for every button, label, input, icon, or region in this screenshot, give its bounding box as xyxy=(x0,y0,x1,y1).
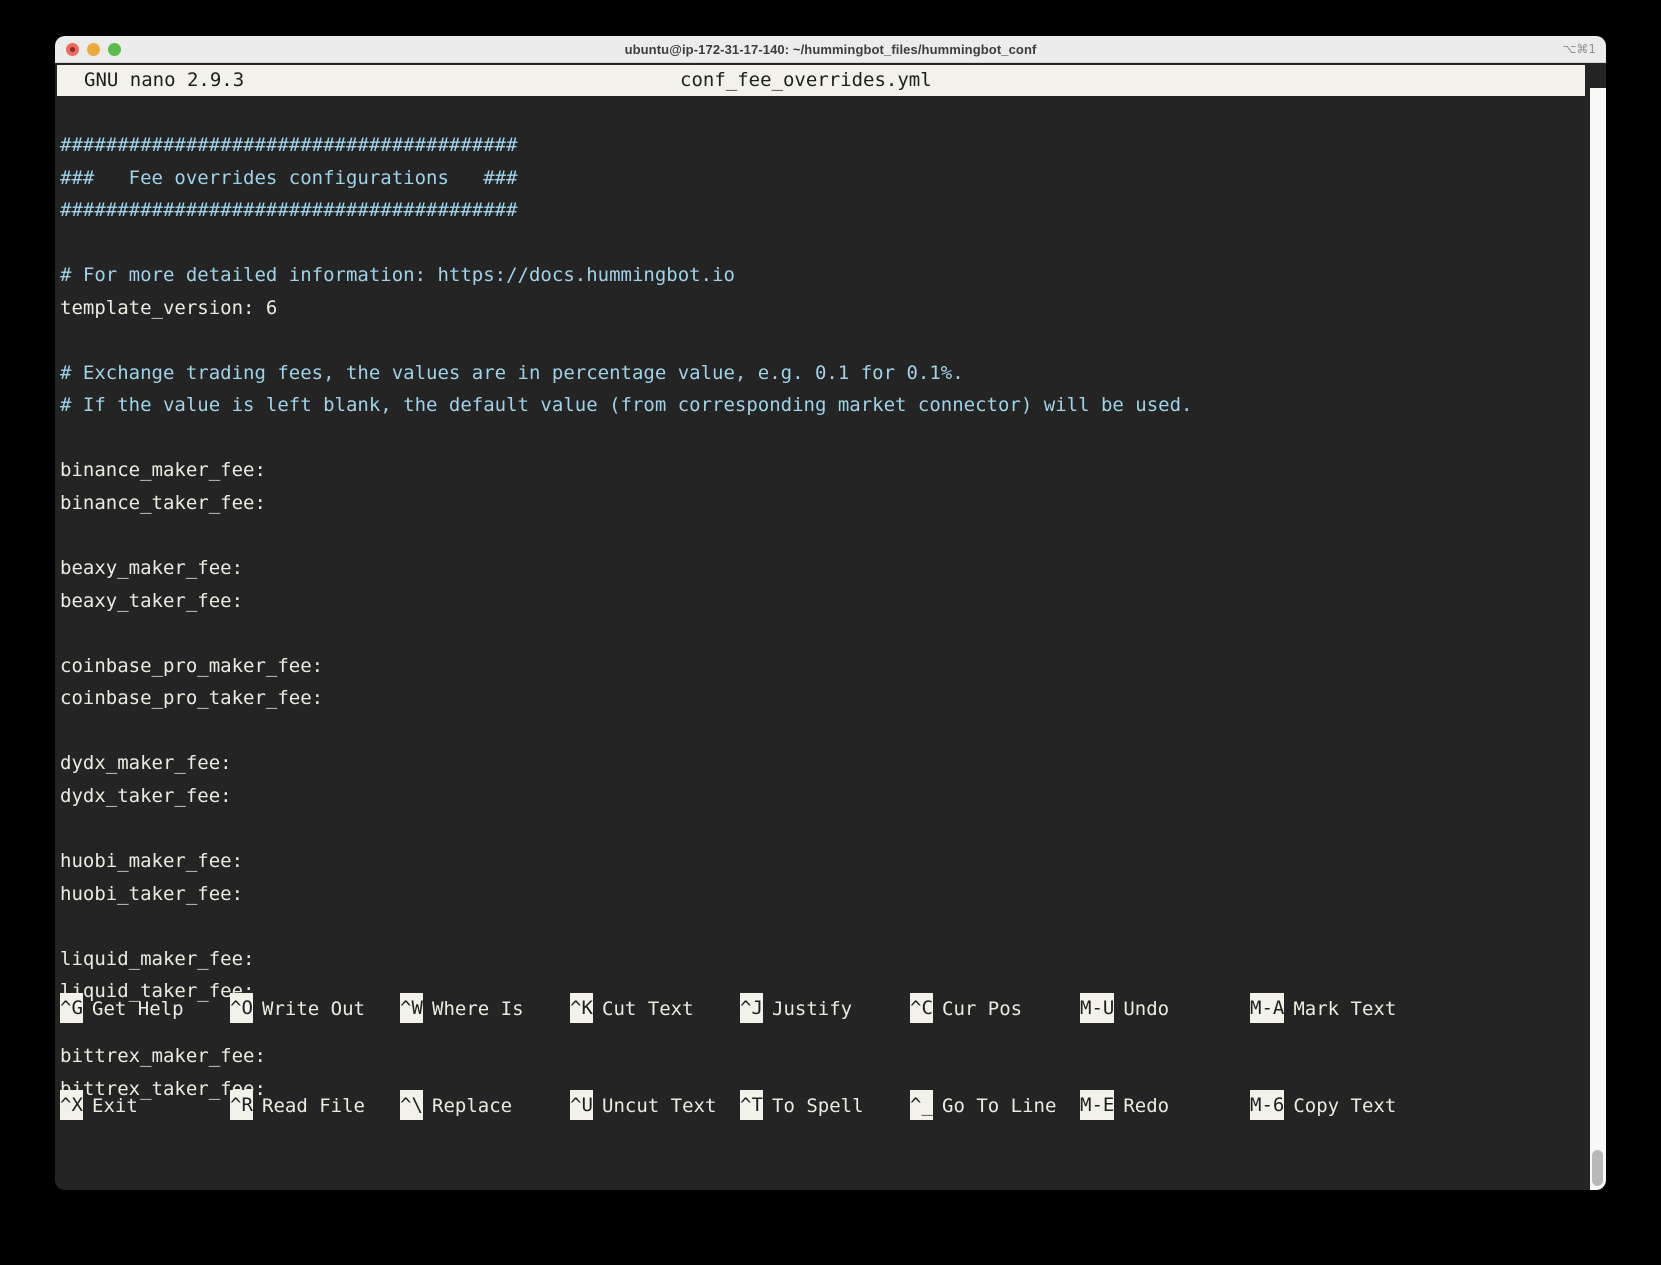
shortcut-label: Uncut Text xyxy=(602,1095,716,1117)
shortcut-key: ^W xyxy=(400,993,423,1023)
shortcut-key: M-U xyxy=(1080,993,1114,1023)
shortcut-label: Replace xyxy=(432,1095,512,1117)
shortcut-label: Where Is xyxy=(432,998,524,1020)
editor-line-key: coinbase_pro_maker_fee: xyxy=(60,650,1586,683)
shortcut-copy-text: M-6 Copy Text xyxy=(1250,1090,1420,1123)
editor-line-blank xyxy=(60,715,1586,748)
minimize-button[interactable] xyxy=(87,43,100,56)
shortcut-key: ^K xyxy=(570,993,593,1023)
editor-line-blank xyxy=(60,617,1586,650)
editor-line-key: template_version: 6 xyxy=(60,292,1586,325)
zoom-button[interactable] xyxy=(108,43,121,56)
shortcut-key: ^T xyxy=(740,1090,763,1120)
close-dot-icon xyxy=(70,47,75,52)
editor-line-comment: ### Fee overrides configurations ### xyxy=(60,162,1586,195)
shortcut-undo: M-U Undo xyxy=(1080,993,1250,1026)
shortcut-key: ^_ xyxy=(910,1090,933,1120)
shortcut-label: Undo xyxy=(1123,998,1169,1020)
editor-line-key: beaxy_maker_fee: xyxy=(60,552,1586,585)
shortcut-cur-pos: ^C Cur Pos xyxy=(910,993,1080,1026)
desktop: { "window": { "title": "ubuntu@ip-172-31… xyxy=(0,0,1661,1265)
editor-line-comment: ######################################## xyxy=(60,194,1586,227)
nano-shortcut-bar: ^G Get Help ^O Write Out ^W Where Is ^K Cut Tex… xyxy=(60,928,1586,1188)
shortcut-exit: ^X Exit xyxy=(60,1090,230,1123)
shortcut-label: Write Out xyxy=(262,998,365,1020)
editor-line-blank xyxy=(60,324,1586,357)
editor-line-key: coinbase_pro_taker_fee: xyxy=(60,682,1586,715)
shortcut-write-out: ^O Write Out xyxy=(230,993,400,1026)
nano-header-bar: GNU nano 2.9.3 conf_fee_overrides.yml xyxy=(57,65,1585,96)
terminal-window: ubuntu@ip-172-31-17-140: ~/hummingbot_fi… xyxy=(55,36,1606,1190)
editor-line-key: huobi_maker_fee: xyxy=(60,845,1586,878)
shortcut-key: ^\ xyxy=(400,1090,423,1120)
shortcut-redo: M-E Redo xyxy=(1080,1090,1250,1123)
shortcut-key: M-E xyxy=(1080,1090,1114,1120)
editor-line-key: dydx_taker_fee: xyxy=(60,780,1586,813)
shortcut-where-is: ^W Where Is xyxy=(400,993,570,1026)
footer-row-1: ^G Get Help ^O Write Out ^W Where Is ^K Cut Tex… xyxy=(60,993,1586,1026)
editor-line-comment: ######################################## xyxy=(60,129,1586,162)
shortcut-label: Go To Line xyxy=(942,1095,1056,1117)
shortcut-label: Mark Text xyxy=(1293,998,1396,1020)
editor-line-key: binance_maker_fee: xyxy=(60,454,1586,487)
editor-line-comment: # If the value is left blank, the defaul… xyxy=(60,389,1586,422)
shortcut-read-file: ^R Read File xyxy=(230,1090,400,1123)
shortcut-label: Exit xyxy=(92,1095,138,1117)
shortcut-label: To Spell xyxy=(772,1095,864,1117)
editor-line-key: dydx_maker_fee: xyxy=(60,747,1586,780)
shortcut-key: ^U xyxy=(570,1090,593,1120)
shortcut-key: M-A xyxy=(1250,993,1284,1023)
shortcut-replace: ^\ Replace xyxy=(400,1090,570,1123)
nano-filename: conf_fee_overrides.yml xyxy=(680,65,932,96)
shortcut-to-spell: ^T To Spell xyxy=(740,1090,910,1123)
tab-keyboard-shortcut: ⌥⌘1 xyxy=(1563,36,1596,62)
terminal-content[interactable]: GNU nano 2.9.3 conf_fee_overrides.yml ##… xyxy=(55,62,1606,1190)
shortcut-key: M-6 xyxy=(1250,1090,1284,1120)
shortcut-key: ^G xyxy=(60,993,83,1023)
shortcut-uncut-text: ^U Uncut Text xyxy=(570,1090,740,1123)
footer-row-2: ^X Exit ^R Read File ^\ Replace ^U Uncut Text ^T… xyxy=(60,1090,1586,1123)
shortcut-key: ^C xyxy=(910,993,933,1023)
editor-line-blank xyxy=(60,227,1586,260)
editor-line-blank xyxy=(60,812,1586,845)
shortcut-mark-text: M-A Mark Text xyxy=(1250,993,1420,1026)
shortcut-label: Copy Text xyxy=(1293,1095,1396,1117)
traffic-lights xyxy=(66,36,121,62)
shortcut-label: Cur Pos xyxy=(942,998,1022,1020)
scrollbar-thumb[interactable] xyxy=(1592,1150,1603,1186)
editor-line-comment: # For more detailed information: https:/… xyxy=(60,259,1586,292)
shortcut-go-to-line: ^_ Go To Line xyxy=(910,1090,1080,1123)
editor-line-blank xyxy=(60,422,1586,455)
editor-line-key: beaxy_taker_fee: xyxy=(60,585,1586,618)
nano-version: GNU nano 2.9.3 xyxy=(84,65,244,96)
shortcut-label: Read File xyxy=(262,1095,365,1117)
shortcut-get-help: ^G Get Help xyxy=(60,993,230,1026)
shortcut-label: Cut Text xyxy=(602,998,694,1020)
shortcut-cut-text: ^K Cut Text xyxy=(570,993,740,1026)
editor-line-comment: # Exchange trading fees, the values are … xyxy=(60,357,1586,390)
shortcut-key: ^X xyxy=(60,1090,83,1120)
shortcut-label: Get Help xyxy=(92,998,184,1020)
window-title: ubuntu@ip-172-31-17-140: ~/hummingbot_fi… xyxy=(55,42,1606,57)
editor-line-key: binance_taker_fee: xyxy=(60,487,1586,520)
shortcut-label: Redo xyxy=(1123,1095,1169,1117)
shortcut-key: ^O xyxy=(230,993,253,1023)
shortcut-key: ^R xyxy=(230,1090,253,1120)
scrollbar-track[interactable] xyxy=(1590,88,1606,1190)
shortcut-label: Justify xyxy=(772,998,852,1020)
editor-line-blank xyxy=(60,520,1586,553)
shortcut-key: ^J xyxy=(740,993,763,1023)
shortcut-justify: ^J Justify xyxy=(740,993,910,1026)
close-button[interactable] xyxy=(66,43,79,56)
titlebar[interactable]: ubuntu@ip-172-31-17-140: ~/hummingbot_fi… xyxy=(55,36,1606,63)
editor-line-key: huobi_taker_fee: xyxy=(60,878,1586,911)
